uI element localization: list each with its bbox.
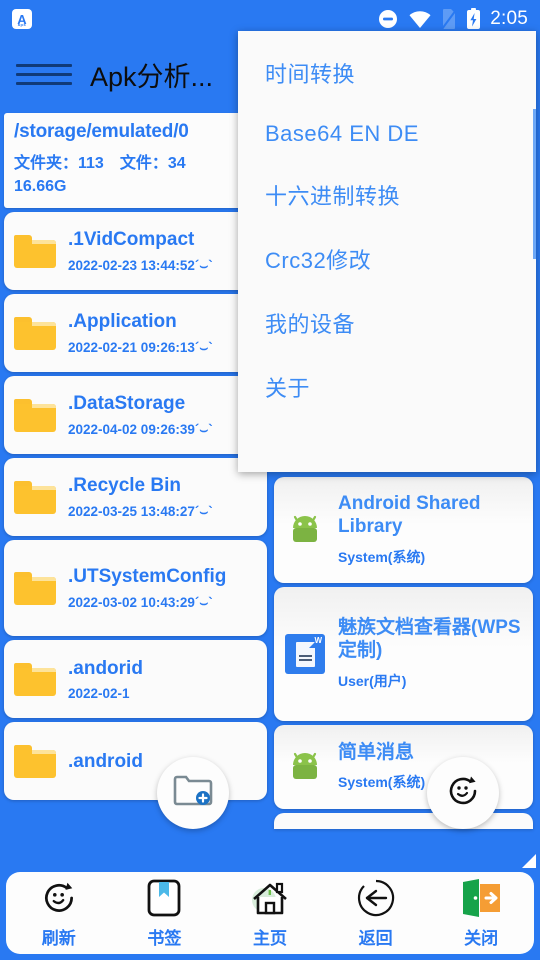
folders-label: 文件夹： <box>14 155 79 172</box>
back-arrow-icon <box>356 877 396 919</box>
list-item[interactable]: .DataStorage 2022-04-02 09:26:39´⌣` <box>4 376 267 455</box>
page-title: Apk分析... <box>90 61 214 92</box>
list-item[interactable]: W 魅族文档查看器(WPS定制) User(用户) <box>274 587 533 721</box>
folder-icon <box>12 316 58 350</box>
nav-label: 返回 <box>358 929 393 948</box>
do-not-disturb-icon <box>377 8 399 30</box>
menu-scrollbar[interactable] <box>533 109 536 259</box>
file-name: .Recycle Bin <box>68 475 181 497</box>
file-time: 2022-03-02 10:43:29´⌣` <box>68 594 213 610</box>
app-notification-icon: A apk <box>12 9 32 29</box>
folder-icon <box>12 234 58 268</box>
wps-document-icon: W <box>282 634 328 674</box>
exit-door-icon <box>460 877 502 919</box>
files-count: 34 <box>167 155 186 172</box>
sim-card-icon <box>441 8 458 30</box>
file-time: 2022-04-02 09:26:39´⌣` <box>68 421 213 437</box>
file-time: 2022-02-1 <box>68 686 130 701</box>
list-item[interactable]: .Application 2022-02-21 09:26:13´⌣` <box>4 294 267 373</box>
folder-icon <box>12 398 58 432</box>
nav-home[interactable]: 主页 <box>222 877 318 949</box>
file-name: .android <box>68 750 143 772</box>
refresh-icon <box>39 877 79 919</box>
menu-item-about[interactable]: 关于 <box>238 355 536 419</box>
file-name: .andorid <box>68 657 143 679</box>
list-item[interactable]: .1VidCompact 2022-02-23 13:44:52´⌣` <box>4 212 267 291</box>
status-icons: 2:05 <box>377 8 528 30</box>
app-badge-sub: apk <box>17 21 27 27</box>
nav-refresh[interactable]: 刷新 <box>11 877 107 949</box>
android-robot-icon <box>282 747 328 787</box>
file-name: .Application <box>68 311 177 333</box>
android-robot-icon <box>282 510 328 550</box>
current-path-card[interactable]: /storage/emulated/0 文件夹：113 文件：34 16.66G <box>4 113 267 209</box>
nav-close[interactable]: 关闭 <box>433 877 529 949</box>
total-size: 16.66G <box>14 178 67 196</box>
app-type: System(系统) <box>338 548 426 565</box>
nav-back[interactable]: 返回 <box>328 877 424 949</box>
app-name: 魅族文档查看器(WPS定制) <box>338 617 521 661</box>
menu-item-hex-convert[interactable]: 十六进制转换 <box>238 163 536 227</box>
file-name: .UTSystemConfig <box>68 566 227 588</box>
current-path: /storage/emulated/0 <box>14 121 189 142</box>
folders-count: 113 <box>78 155 104 172</box>
folder-icon <box>12 662 58 696</box>
nav-label: 书签 <box>147 929 182 948</box>
new-folder-icon <box>173 774 213 813</box>
new-folder-fab[interactable] <box>157 757 229 829</box>
hamburger-icon[interactable] <box>16 63 72 85</box>
list-item[interactable]: .Recycle Bin 2022-03-25 13:48:27´⌣` <box>4 458 267 537</box>
refresh-icon <box>444 772 482 815</box>
app-name: Android Shared Library <box>338 493 481 537</box>
overflow-menu: 时间转换 Base64 EN DE 十六进制转换 Crc32修改 我的设备 关于 <box>238 31 536 472</box>
file-browser-pane: /storage/emulated/0 文件夹：113 文件：34 16.66G … <box>0 110 270 868</box>
file-name: .1VidCompact <box>68 229 195 251</box>
menu-item-my-device[interactable]: 我的设备 <box>238 291 536 355</box>
path-stats: 文件夹：113 文件：34 16.66G <box>14 152 257 198</box>
file-name: .DataStorage <box>68 393 186 415</box>
status-clock: 2:05 <box>490 8 528 29</box>
folder-icon <box>12 480 58 514</box>
file-list: .1VidCompact 2022-02-23 13:44:52´⌣` .App… <box>4 212 270 801</box>
menu-item-crc32-modify[interactable]: Crc32修改 <box>238 227 536 291</box>
app-list: Android Shared Library System(系统) W 魅族文档… <box>274 477 536 829</box>
folder-icon <box>12 571 58 605</box>
list-item[interactable]: Android Shared Library System(系统) <box>274 477 533 583</box>
list-item[interactable]: .andorid 2022-02-1 <box>4 640 267 719</box>
bottom-navigation: 刷新 书签 主页 返回 关闭 <box>0 868 540 960</box>
wifi-icon <box>408 9 432 29</box>
nav-label: 刷新 <box>41 929 76 948</box>
files-label: 文件： <box>119 155 168 172</box>
list-item[interactable]: .UTSystemConfig 2022-03-02 10:43:29´⌣` <box>4 540 267 637</box>
nav-label: 关闭 <box>464 929 499 948</box>
nav-label: 主页 <box>252 929 287 948</box>
file-time: 2022-02-23 13:44:52´⌣` <box>68 257 213 273</box>
list-item-partial[interactable] <box>274 813 533 829</box>
battery-charging-icon <box>466 8 481 30</box>
folder-icon <box>12 744 58 778</box>
resize-handle[interactable] <box>522 854 536 868</box>
menu-item-base64[interactable]: Base64 EN DE <box>238 105 536 163</box>
refresh-fab[interactable] <box>427 757 499 829</box>
home-icon <box>249 877 291 919</box>
file-time: 2022-02-21 09:26:13´⌣` <box>68 339 213 355</box>
app-root: A apk 2:05 Apk分析... /storage/emulated/0 … <box>0 0 540 960</box>
file-time: 2022-03-25 13:48:27´⌣` <box>68 503 213 519</box>
nav-bookmark[interactable]: 书签 <box>116 877 212 949</box>
app-name: 简单消息 <box>338 741 415 763</box>
bookmark-icon <box>146 877 182 919</box>
app-type: User(用户) <box>338 672 407 689</box>
menu-item-time-convert[interactable]: 时间转换 <box>238 41 536 105</box>
